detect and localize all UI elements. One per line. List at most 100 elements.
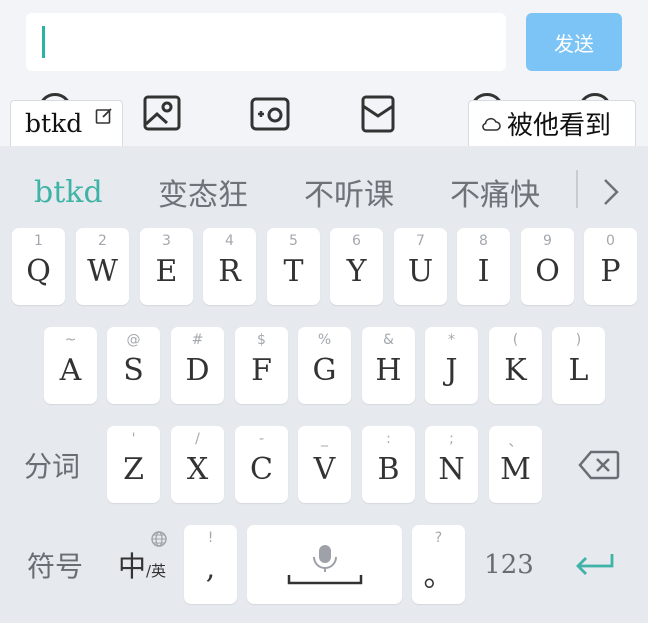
key-hint: : [386,431,391,447]
globe-icon [151,531,167,547]
key-u[interactable]: 7 U [394,228,447,305]
key-label: , [205,551,216,586]
numbers-button[interactable]: 123 [474,530,544,600]
key-hint: 3 [162,233,171,249]
segment-button[interactable]: 分词 [14,430,90,500]
key-hint: 9 [543,233,552,249]
key-e[interactable]: 3 E [140,228,193,305]
key-label: R [218,254,241,289]
key-label: H [375,353,402,388]
envelope-icon[interactable] [358,94,398,134]
key-label: M [500,452,531,487]
chevron-right-icon[interactable] [596,172,626,212]
key-hint: # [191,332,204,348]
key-label: F [251,353,272,388]
key-hint: 7 [416,233,425,249]
key-hint: ' [131,431,136,447]
key-y[interactable]: 6 Y [330,228,383,305]
cloud-suggestion-text: 被他看到 [507,111,612,141]
key-label: J [445,353,458,388]
key-s[interactable]: @ S [107,327,160,404]
key-label: K [504,353,527,388]
candidate-item[interactable]: 不痛快 [450,170,540,214]
key-label: X [186,452,209,487]
key-v[interactable]: _ V [298,426,351,503]
key-hint: - [258,431,265,447]
camera-plus-icon[interactable] [250,94,290,134]
key-hint: @ [126,332,141,348]
image-edit-icon[interactable] [142,94,182,134]
period-key[interactable]: ? 。 [412,525,465,604]
key-hint: & [383,332,394,348]
candidate-item[interactable]: 不听课 [304,170,394,214]
key-hint: * [448,332,455,348]
key-label: O [535,254,560,289]
key-m[interactable]: 、 M [489,426,542,503]
key-x[interactable]: / X [171,426,224,503]
pinyin-composition-chip[interactable]: btkd [10,100,123,146]
candidate-item[interactable]: 变态狂 [158,170,248,214]
key-hint: / [195,431,200,447]
backspace-icon[interactable] [578,450,620,480]
key-w[interactable]: 2 W [76,228,129,305]
key-z[interactable]: ' Z [107,426,160,503]
key-j[interactable]: * J [425,327,478,404]
key-hint: 、 [508,434,523,450]
key-a[interactable]: ~ A [44,327,97,404]
key-label: 。 [423,559,454,594]
key-hint: 1 [34,233,43,249]
key-l[interactable]: ) L [552,327,605,404]
key-label: G [312,353,337,388]
key-hint: ~ [64,332,77,348]
edit-icon[interactable] [95,107,113,125]
key-label: Q [26,254,51,289]
key-label: V [313,452,336,487]
comma-key[interactable]: ! , [184,525,237,604]
key-b[interactable]: : B [362,426,415,503]
key-i[interactable]: 8 I [457,228,510,305]
key-label: Z [123,452,144,487]
enter-icon[interactable] [574,550,616,578]
key-d[interactable]: # D [171,327,224,404]
key-hint: 0 [606,233,615,249]
key-hint: ) [575,332,582,348]
cloud-icon [482,117,501,131]
key-t[interactable]: 5 T [267,228,320,305]
key-hint: 2 [98,233,107,249]
key-label: B [377,452,400,487]
key-q[interactable]: 1 Q [12,228,65,305]
key-hint: _ [321,431,328,447]
key-label: A [59,353,82,388]
key-hint: 8 [479,233,488,249]
key-h[interactable]: & H [362,327,415,404]
key-g[interactable]: % G [298,327,351,404]
send-button[interactable]: 发送 [526,13,622,71]
symbols-button[interactable]: 符号 [14,530,96,600]
key-label: L [568,353,589,388]
microphone-icon [287,545,363,585]
language-alt: /英 [145,561,167,580]
language-main: 中 [117,550,146,583]
key-f[interactable]: $ F [235,327,288,404]
cloud-suggestion-chip[interactable]: 被他看到 [468,100,636,146]
key-hint: ! [207,530,214,546]
key-label: P [600,254,621,289]
key-n[interactable]: ; N [425,426,478,503]
candidate-divider [576,170,578,208]
key-hint: % [317,332,332,348]
pinyin-text: btkd [25,109,83,138]
key-r[interactable]: 4 R [203,228,256,305]
key-k[interactable]: ( K [489,327,542,404]
key-label: T [283,254,304,289]
key-p[interactable]: 0 P [584,228,637,305]
key-o[interactable]: 9 O [521,228,574,305]
key-hint: $ [257,332,266,348]
key-label: E [155,254,178,289]
key-label: S [123,353,144,388]
message-input[interactable] [26,13,506,71]
space-key[interactable] [247,525,402,604]
key-label: Y [346,254,367,289]
candidate-item[interactable]: btkd [34,170,103,214]
language-toggle[interactable]: 中 /英 [106,528,178,602]
key-c[interactable]: - C [235,426,288,503]
